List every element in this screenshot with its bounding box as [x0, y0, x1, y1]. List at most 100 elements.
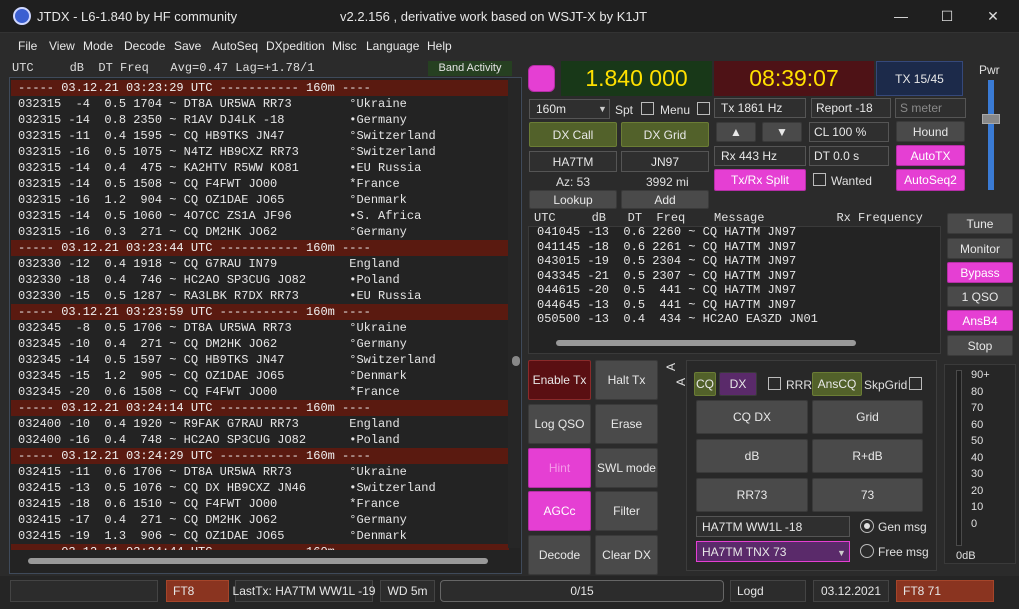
stop-button[interactable]: Stop — [947, 335, 1013, 356]
decode-button[interactable]: Decode — [528, 535, 591, 575]
wanted-checkbox[interactable] — [813, 173, 826, 186]
rx-message-line[interactable]: 043345 -21 0.5 2307 ~ CQ HA7TM JN97 — [529, 269, 939, 284]
cl-spinbox[interactable]: CL 100 % — [809, 122, 889, 142]
maximize-button[interactable]: ☐ — [924, 0, 970, 33]
period-separator[interactable]: ----- 03.12.21 03:23:44 UTC ----------- … — [11, 240, 509, 256]
rrr-checkbox[interactable] — [768, 377, 781, 390]
anscq-button[interactable]: AnsCQ — [812, 372, 862, 396]
dx-button[interactable]: DX — [719, 372, 757, 396]
autotx-button[interactable]: AutoTX — [896, 145, 965, 166]
menu-dxpedition[interactable]: DXpedition — [266, 39, 325, 53]
decode-line[interactable]: 032315 -11 0.4 1595 ~ CQ HB9TKS JN47 °Sw… — [11, 128, 509, 144]
rx-message-line[interactable]: 043015 -19 0.5 2304 ~ CQ HA7TM JN97 — [529, 254, 939, 269]
hscroll-thumb[interactable] — [28, 558, 488, 564]
down-arrow-button[interactable]: ▼ — [762, 122, 802, 142]
grid-button[interactable]: Grid — [812, 400, 923, 434]
vscroll-thumb[interactable] — [512, 356, 520, 366]
tx-freq-spinbox[interactable]: Tx 1861 Hz — [714, 98, 806, 118]
rx-message-list[interactable]: 041045 -13 0.6 2260 ~ CQ HA7TM JN97 04114… — [529, 225, 939, 327]
filter-button[interactable]: Filter — [595, 491, 658, 531]
band-select[interactable]: 160m ▼ — [529, 99, 610, 119]
halt-tx-button[interactable]: Halt Tx — [595, 360, 658, 400]
period-separator[interactable]: ----- 03.12.21 03:24:44 UTC ----------- … — [11, 544, 509, 550]
decode-line[interactable]: 032415 -13 0.5 1076 ~ CQ DX HB9CXZ JN46 … — [11, 480, 509, 496]
tx-indicator-button[interactable] — [528, 65, 555, 92]
period-separator[interactable]: ----- 03.12.21 03:24:29 UTC ----------- … — [11, 448, 509, 464]
decode-line[interactable]: 032330 -15 0.5 1287 ~ RA3LBK R7DX RR73 •… — [11, 288, 509, 304]
monitor-button[interactable]: Monitor — [947, 238, 1013, 259]
spt-checkbox[interactable] — [641, 102, 654, 115]
dx-call-button[interactable]: DX Call — [529, 122, 617, 147]
rx-freq-spinbox[interactable]: Rx 443 Hz — [714, 146, 806, 166]
period-separator[interactable]: ----- 03.12.21 03:24:14 UTC ----------- … — [11, 400, 509, 416]
menu-decode[interactable]: Decode — [124, 39, 165, 53]
up-arrow-button[interactable]: ▲ — [716, 122, 756, 142]
free-msg-field[interactable]: HA7TM TNX 73 ▼ — [696, 541, 850, 562]
decode-line[interactable]: 032345 -20 0.6 1508 ~ CQ F4FWT JO00 *Fra… — [11, 384, 509, 400]
tx-tab-1[interactable]: A — [664, 363, 678, 371]
decode-line[interactable]: 032315 -16 0.3 271 ~ CQ DM2HK JO62 °Germ… — [11, 224, 509, 240]
decode-line[interactable]: 032330 -18 0.4 746 ~ HC2AO SP3CUG JO82 •… — [11, 272, 509, 288]
smeter-field[interactable]: S meter — [895, 98, 966, 118]
decode-line[interactable]: 032345 -15 1.2 905 ~ CQ OZ1DAE JO65 °Den… — [11, 368, 509, 384]
decode-line[interactable]: 032400 -16 0.4 748 ~ HC2AO SP3CUG JO82 •… — [11, 432, 509, 448]
menu-toggle-checkbox[interactable] — [697, 102, 710, 115]
decode-line[interactable]: 032315 -14 0.8 2350 ~ R1AV DJ4LK -18 •Ge… — [11, 112, 509, 128]
decode-line[interactable]: 032315 -14 0.5 1060 ~ 4O7CC ZS1A JF96 •S… — [11, 208, 509, 224]
ansb4-button[interactable]: AnsB4 — [947, 310, 1013, 331]
free-msg-radio[interactable] — [860, 544, 874, 558]
period-separator[interactable]: ----- 03.12.21 03:23:59 UTC ----------- … — [11, 304, 509, 320]
rx-message-line[interactable]: 044615 -20 0.5 441 ~ CQ HA7TM JN97 — [529, 283, 939, 298]
period-separator[interactable]: ----- 03.12.21 03:23:29 UTC ----------- … — [11, 80, 509, 96]
rx-message-line[interactable]: 041145 -18 0.6 2261 ~ CQ HA7TM JN97 — [529, 240, 939, 255]
menu-mode[interactable]: Mode — [83, 39, 113, 53]
gen-msg-field[interactable]: HA7TM WW1L -18 — [696, 516, 850, 537]
rx-message-line[interactable]: 041045 -13 0.6 2260 ~ CQ HA7TM JN97 — [529, 225, 939, 240]
pwr-slider-handle[interactable] — [982, 114, 1000, 124]
rx-hscroll[interactable] — [540, 338, 932, 348]
band-activity-hscroll[interactable] — [10, 555, 508, 567]
menu-file[interactable]: File — [18, 39, 37, 53]
decode-line[interactable]: 032330 -12 0.4 1918 ~ CQ G7RAU IN79 Engl… — [11, 256, 509, 272]
menu-view[interactable]: View — [49, 39, 75, 53]
autoseq2-button[interactable]: AutoSeq2 — [896, 169, 965, 191]
decode-line[interactable]: 032415 -17 0.4 271 ~ CQ DM2HK JO62 °Germ… — [11, 512, 509, 528]
txrx-split-button[interactable]: Tx/Rx Split — [714, 169, 806, 191]
menu-misc[interactable]: Misc — [332, 39, 357, 53]
menu-help[interactable]: Help — [427, 39, 452, 53]
decode-line[interactable]: 032345 -14 0.5 1597 ~ CQ HB9TKS JN47 °Sw… — [11, 352, 509, 368]
menu-language[interactable]: Language — [366, 39, 419, 53]
dt-spinbox[interactable]: DT 0.0 s — [809, 146, 889, 166]
decode-line[interactable]: 032345 -8 0.5 1706 ~ DT8A UR5WA RR73 °Uk… — [11, 320, 509, 336]
decode-line[interactable]: 032400 -10 0.4 1920 ~ R9FAK G7RAU RR73 E… — [11, 416, 509, 432]
clear-dx-button[interactable]: Clear DX — [595, 535, 658, 575]
decode-line[interactable]: 032315 -16 1.2 904 ~ CQ OZ1DAE JO65 °Den… — [11, 192, 509, 208]
decode-line[interactable]: 032415 -18 0.6 1510 ~ CQ F4FWT JO00 *Fra… — [11, 496, 509, 512]
r-db-button[interactable]: R+dB — [812, 439, 923, 473]
rx-message-line[interactable]: 044645 -13 0.5 441 ~ CQ HA7TM JN97 — [529, 298, 939, 313]
log-qso-button[interactable]: Log QSO — [528, 404, 591, 444]
dx-grid-button[interactable]: DX Grid — [621, 122, 709, 147]
one-qso-button[interactable]: 1 QSO — [947, 286, 1013, 307]
dx-grid-field[interactable]: JN97 — [621, 151, 709, 172]
hound-button[interactable]: Hound — [896, 121, 965, 142]
decode-list[interactable]: ----- 03.12.21 03:23:29 UTC ----------- … — [11, 80, 509, 550]
frequency-display[interactable]: 1.840 000 — [561, 61, 712, 96]
agcc-button[interactable]: AGCc — [528, 491, 591, 531]
band-activity-panel[interactable]: ----- 03.12.21 03:23:29 UTC ----------- … — [9, 77, 522, 574]
decode-line[interactable]: 032315 -14 0.5 1508 ~ CQ F4FWT JO00 *Fra… — [11, 176, 509, 192]
rr73-button[interactable]: RR73 — [696, 478, 808, 512]
pwr-slider-track[interactable] — [988, 80, 994, 190]
cq-dx-button[interactable]: CQ DX — [696, 400, 808, 434]
add-button[interactable]: Add — [621, 190, 709, 209]
hint-button[interactable]: Hint — [528, 448, 591, 488]
rx-message-line[interactable]: 050500 -13 0.4 434 ~ HC2AO EA3ZD JN01 — [529, 312, 939, 327]
decode-line[interactable]: 032315 -14 0.4 475 ~ KA2HTV R5WW KO81 •E… — [11, 160, 509, 176]
lookup-button[interactable]: Lookup — [529, 190, 617, 209]
rx-hscroll-thumb[interactable] — [556, 340, 856, 346]
rx-frequency-panel[interactable]: 041045 -13 0.6 2260 ~ CQ HA7TM JN97 04114… — [528, 225, 941, 354]
decode-line[interactable]: 032315 -16 0.5 1075 ~ N4TZ HB9CXZ RR73 °… — [11, 144, 509, 160]
erase-button[interactable]: Erase — [595, 404, 658, 444]
gen-msg-radio[interactable] — [860, 519, 874, 533]
db-button[interactable]: dB — [696, 439, 808, 473]
